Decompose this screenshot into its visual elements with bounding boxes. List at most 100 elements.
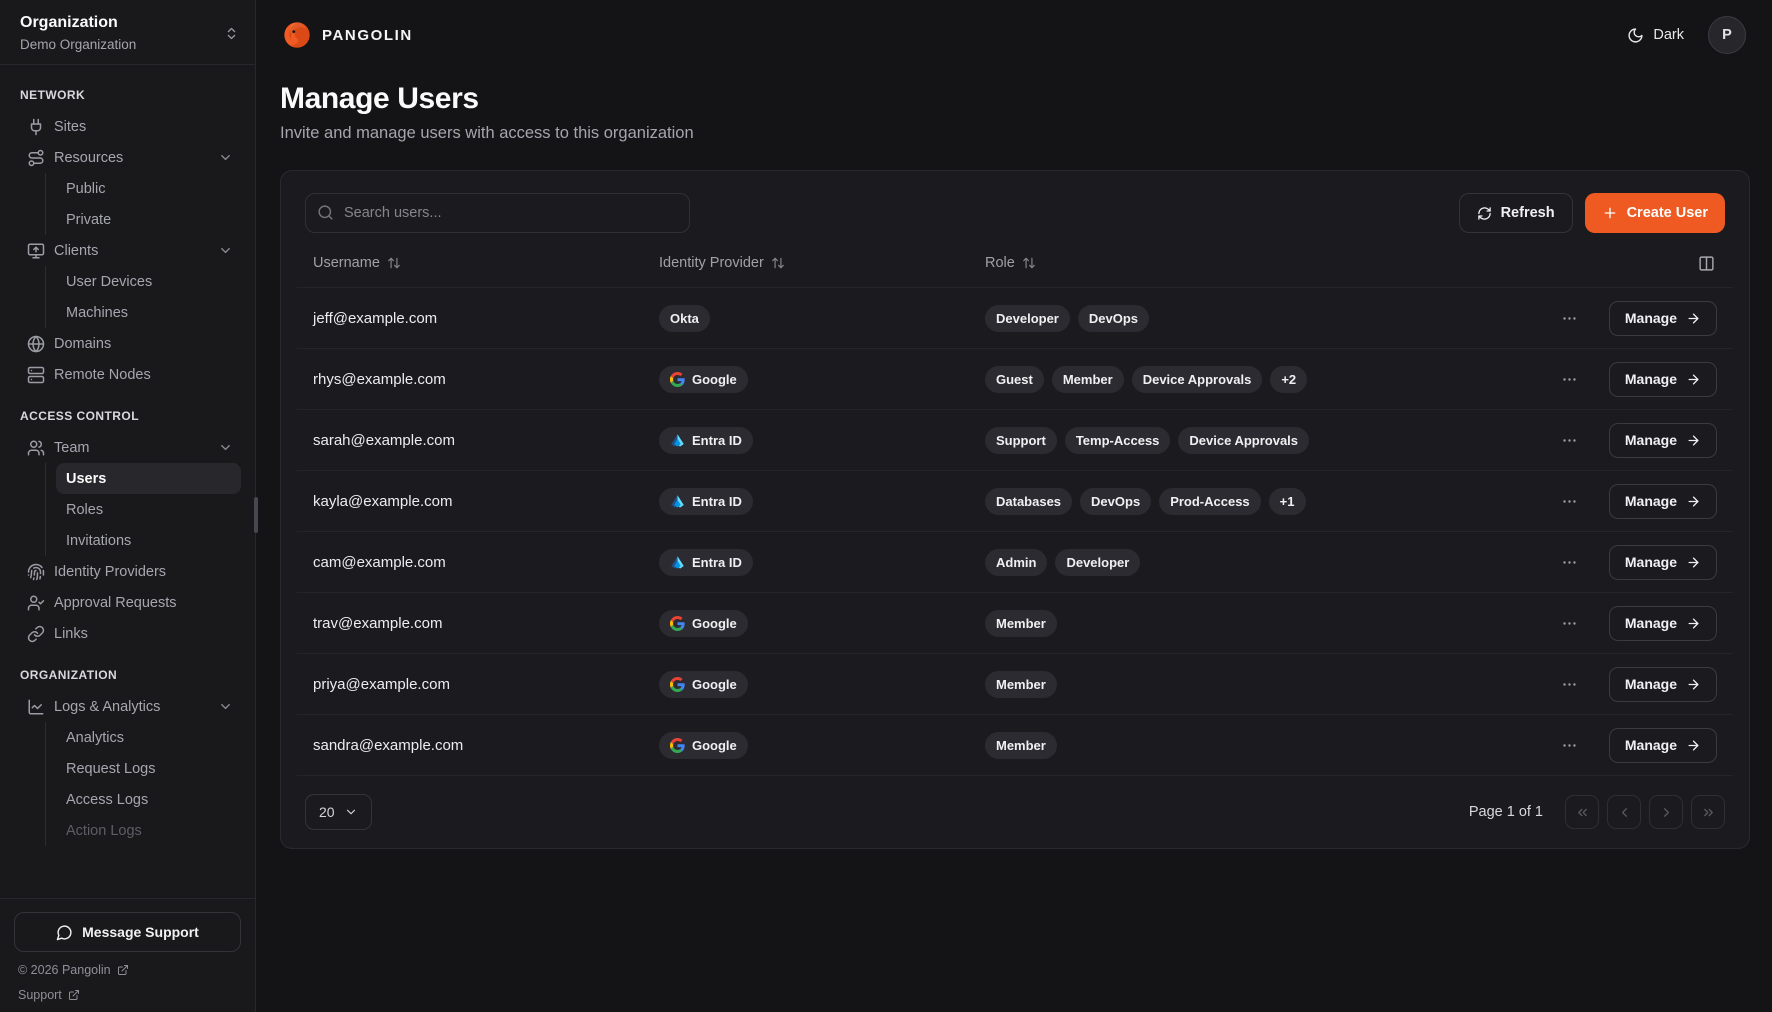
manage-button[interactable]: Manage — [1609, 667, 1717, 702]
username-cell: cam@example.com — [313, 554, 659, 571]
role-badge: Member — [985, 732, 1057, 759]
manage-button[interactable]: Manage — [1609, 423, 1717, 458]
link-icon — [27, 625, 45, 643]
row-menu-button[interactable] — [1557, 611, 1582, 636]
theme-toggle-label: Dark — [1653, 27, 1684, 43]
manage-button[interactable]: Manage — [1609, 606, 1717, 641]
sidebar-item[interactable]: Identity Providers — [14, 556, 241, 587]
table-row: sarah@example.com Entra ID — [297, 410, 1733, 471]
table-row: trav@example.com Google — [297, 593, 1733, 654]
column-header-identity-provider[interactable]: Identity Provider — [659, 255, 985, 271]
identity-provider-cell: Google — [659, 366, 985, 393]
table-row: priya@example.com Google — [297, 654, 1733, 715]
more-horizontal-icon — [1561, 615, 1578, 632]
role-badge: Member — [985, 671, 1057, 698]
sidebar-subitem[interactable]: Roles — [56, 494, 241, 525]
sidebar-subitem[interactable]: Request Logs — [56, 753, 241, 784]
sidebar-subitem[interactable]: Machines — [56, 297, 241, 328]
identity-provider-badge: Google — [659, 671, 748, 698]
sidebar-section-items: Team Users — [14, 432, 241, 649]
column-header-role[interactable]: Role — [985, 255, 1543, 271]
sidebar-item[interactable]: Clients — [14, 235, 241, 266]
previous-page-button[interactable] — [1607, 795, 1641, 829]
sidebar-item[interactable]: Approval Requests — [14, 587, 241, 618]
app-root: Organization Demo Organization NETWORK — [0, 0, 1772, 1012]
table-row: cam@example.com Entra ID — [297, 532, 1733, 593]
sidebar-item[interactable]: Sites — [14, 111, 241, 142]
sidebar-subitem[interactable]: Analytics — [56, 722, 241, 753]
columns-icon — [1698, 255, 1715, 272]
sidebar-subitem[interactable]: Action Logs — [56, 815, 241, 846]
sidebar-item-icon — [27, 366, 45, 384]
sidebar-resize-handle[interactable] — [254, 497, 258, 533]
arrow-right-icon — [1686, 555, 1701, 570]
columns-toggle-button[interactable] — [1696, 253, 1717, 274]
first-page-button[interactable] — [1565, 795, 1599, 829]
sidebar-item-wrap: Approval Requests — [14, 587, 241, 618]
sidebar-subitem[interactable]: Public — [56, 173, 241, 204]
arrow-right-icon — [1686, 311, 1701, 326]
search-input[interactable] — [305, 193, 690, 233]
support-link-text: Support — [18, 988, 62, 1002]
manage-button[interactable]: Manage — [1609, 545, 1717, 580]
row-menu-button[interactable] — [1557, 367, 1582, 392]
role-badge: Admin — [985, 549, 1047, 576]
arrow-right-icon — [1686, 372, 1701, 387]
more-horizontal-icon — [1561, 310, 1578, 327]
manage-button[interactable]: Manage — [1609, 484, 1717, 519]
identity-provider-cell: Google — [659, 671, 985, 698]
sidebar-subitem[interactable]: Users — [56, 463, 241, 494]
column-header-username[interactable]: Username — [313, 255, 659, 271]
manage-label: Manage — [1625, 554, 1677, 570]
row-menu-button[interactable] — [1557, 550, 1582, 575]
sidebar-subitem[interactable]: Private — [56, 204, 241, 235]
next-page-button[interactable] — [1649, 795, 1683, 829]
sidebar-subitem-label: Action Logs — [66, 823, 142, 839]
manage-button[interactable]: Manage — [1609, 728, 1717, 763]
sidebar: Organization Demo Organization NETWORK — [0, 0, 256, 1012]
page-size-select[interactable]: 20 — [305, 794, 372, 830]
row-menu-button[interactable] — [1557, 306, 1582, 331]
sidebar-item-icon — [27, 149, 45, 167]
sidebar-item[interactable]: Logs & Analytics — [14, 691, 241, 722]
sidebar-item[interactable]: Domains — [14, 328, 241, 359]
row-menu-button[interactable] — [1557, 733, 1582, 758]
page-title: Manage Users — [280, 82, 1750, 116]
sidebar-item-label: Resources — [54, 150, 123, 166]
message-support-label: Message Support — [82, 924, 199, 940]
sidebar-item[interactable]: Remote Nodes — [14, 359, 241, 390]
avatar[interactable]: P — [1708, 16, 1746, 54]
theme-toggle-button[interactable]: Dark — [1621, 21, 1690, 50]
refresh-button[interactable]: Refresh — [1459, 193, 1573, 233]
row-menu-button[interactable] — [1557, 672, 1582, 697]
google-icon — [670, 738, 685, 753]
row-menu-cell — [1543, 489, 1595, 514]
row-menu-button[interactable] — [1557, 428, 1582, 453]
sidebar-item[interactable]: Resources — [14, 142, 241, 173]
roles-cell: Admin Developer — [985, 549, 1543, 576]
identity-provider-cell: Entra ID — [659, 488, 985, 515]
manage-button[interactable]: Manage — [1609, 362, 1717, 397]
org-switcher[interactable]: Organization Demo Organization — [0, 0, 255, 65]
sidebar-subitem[interactable]: Invitations — [56, 525, 241, 556]
manage-button[interactable]: Manage — [1609, 301, 1717, 336]
create-user-button[interactable]: Create User — [1585, 193, 1725, 233]
manage-label: Manage — [1625, 432, 1677, 448]
sidebar-item[interactable]: Team — [14, 432, 241, 463]
search-box — [305, 193, 690, 233]
sidebar-item[interactable]: Links — [14, 618, 241, 649]
identity-provider-cell: Entra ID — [659, 427, 985, 454]
topbar: PANGOLIN Dark P — [256, 0, 1772, 70]
roles-cell: Guest Member Device Approvals +2 — [985, 366, 1543, 393]
message-support-button[interactable]: Message Support — [14, 912, 241, 952]
support-link[interactable]: Support — [14, 988, 241, 1002]
identity-provider-icon — [670, 433, 692, 448]
pagination: Page 1 of 1 — [1469, 795, 1725, 829]
sidebar-subitem[interactable]: Access Logs — [56, 784, 241, 815]
google-icon — [670, 616, 685, 631]
copyright-link[interactable]: © 2026 Pangolin — [14, 963, 241, 977]
last-page-button[interactable] — [1691, 795, 1725, 829]
brand: PANGOLIN — [282, 20, 413, 50]
row-menu-button[interactable] — [1557, 489, 1582, 514]
sidebar-subitem[interactable]: User Devices — [56, 266, 241, 297]
